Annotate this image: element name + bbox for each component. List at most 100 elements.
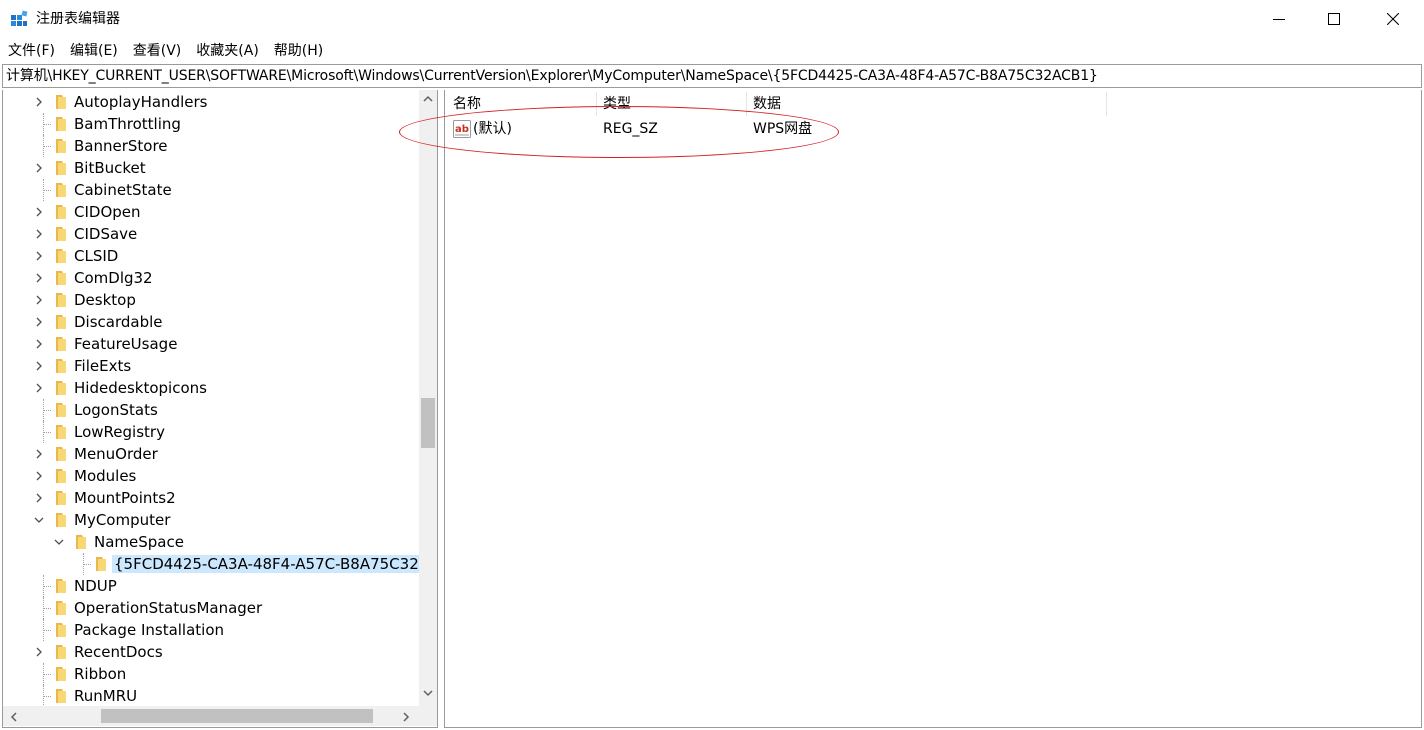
tree-item-label: MyComputer: [74, 511, 171, 529]
tree-vertical-scroll-thumb[interactable]: [421, 398, 435, 448]
tree-item-label: AutoplayHandlers: [74, 93, 208, 111]
tree-item[interactable]: NameSpace: [3, 531, 419, 553]
chevron-down-icon[interactable]: [33, 514, 45, 526]
tree-horizontal-scrollbar[interactable]: [3, 706, 419, 726]
tree-item[interactable]: CIDSave: [3, 223, 419, 245]
tree-item-label: ComDlg32: [74, 269, 153, 287]
tree-item[interactable]: BitBucket: [3, 157, 419, 179]
chevron-right-icon[interactable]: [33, 272, 45, 284]
tree-item-label: FeatureUsage: [74, 335, 178, 353]
folder-icon: [56, 293, 66, 307]
value-name: (默认): [473, 121, 512, 137]
tree-item-label: LogonStats: [74, 401, 158, 419]
tree-item[interactable]: BannerStore: [3, 135, 419, 157]
folder-icon: [76, 535, 86, 549]
folder-icon: [56, 491, 66, 505]
tree-item[interactable]: BamThrottling: [3, 113, 419, 135]
tree-item-label: Modules: [74, 467, 137, 485]
tree-item-label: Discardable: [74, 313, 163, 331]
tree-connector-line: [43, 146, 51, 147]
maximize-button[interactable]: [1305, 0, 1363, 38]
scroll-right-icon[interactable]: [401, 711, 411, 723]
title-bar: 注册表编辑器: [0, 0, 1424, 38]
tree-item[interactable]: MountPoints2: [3, 487, 419, 509]
tree-item[interactable]: Desktop: [3, 289, 419, 311]
tree-item[interactable]: NDUP: [3, 575, 419, 597]
chevron-right-icon[interactable]: [33, 338, 45, 350]
tree-item[interactable]: FileExts: [3, 355, 419, 377]
chevron-down-icon[interactable]: [53, 536, 65, 548]
chevron-right-icon[interactable]: [33, 294, 45, 306]
address-path[interactable]: 计算机\HKEY_CURRENT_USER\SOFTWARE\Microsoft…: [6, 67, 1098, 85]
tree-connector-line: [43, 432, 51, 433]
tree-item[interactable]: MenuOrder: [3, 443, 419, 465]
column-header-data[interactable]: 数据: [745, 90, 1105, 118]
folder-icon: [56, 117, 66, 131]
folder-icon: [56, 95, 66, 109]
tree-item[interactable]: FeatureUsage: [3, 333, 419, 355]
chevron-right-icon[interactable]: [33, 382, 45, 394]
chevron-right-icon[interactable]: [33, 360, 45, 372]
folder-icon: [56, 139, 66, 153]
column-header-name[interactable]: 名称: [445, 90, 595, 118]
chevron-right-icon[interactable]: [33, 250, 45, 262]
tree-item[interactable]: RecentDocs: [3, 641, 419, 663]
value-row[interactable]: (默认) REG_SZ WPS网盘: [445, 118, 1421, 140]
tree-item[interactable]: {5FCD4425-CA3A-48F4-A57C-B8A75C32A: [3, 553, 419, 575]
menu-favorites[interactable]: 收藏夹(A): [188, 40, 266, 62]
address-bar[interactable]: 计算机\HKEY_CURRENT_USER\SOFTWARE\Microsoft…: [2, 64, 1422, 88]
tree-item[interactable]: Hidedesktopicons: [3, 377, 419, 399]
tree-item[interactable]: Modules: [3, 465, 419, 487]
menu-file[interactable]: 文件(F): [0, 40, 62, 62]
tree-item[interactable]: Package Installation: [3, 619, 419, 641]
menu-view[interactable]: 查看(V): [125, 40, 189, 62]
tree-horizontal-scroll-thumb[interactable]: [101, 709, 373, 723]
tree-item[interactable]: LogonStats: [3, 399, 419, 421]
folder-icon: [56, 249, 66, 263]
tree-item-label: NameSpace: [94, 533, 184, 551]
tree-item[interactable]: AutoplayHandlers: [3, 91, 419, 113]
folder-icon: [56, 601, 66, 615]
tree-item-label: MenuOrder: [74, 445, 158, 463]
tree-item-label: CIDSave: [74, 225, 138, 243]
chevron-right-icon[interactable]: [33, 470, 45, 482]
tree-item[interactable]: RunMRU: [3, 685, 419, 705]
minimize-button[interactable]: [1250, 0, 1308, 38]
scroll-down-icon[interactable]: [422, 688, 434, 698]
folder-icon: [56, 645, 66, 659]
tree-item[interactable]: CabinetState: [3, 179, 419, 201]
tree-item-label: Package Installation: [74, 621, 225, 639]
chevron-right-icon[interactable]: [33, 492, 45, 504]
tree-connector-line: [43, 608, 51, 609]
tree-item[interactable]: CLSID: [3, 245, 419, 267]
column-header-type[interactable]: 类型: [595, 90, 745, 118]
folder-icon: [56, 315, 66, 329]
chevron-right-icon[interactable]: [33, 316, 45, 328]
tree-vertical-scrollbar[interactable]: [419, 90, 437, 706]
menu-help[interactable]: 帮助(H): [266, 40, 330, 62]
value-data: WPS网盘: [753, 121, 813, 137]
tree-item[interactable]: MyComputer: [3, 509, 419, 531]
tree-item[interactable]: ComDlg32: [3, 267, 419, 289]
chevron-right-icon[interactable]: [33, 206, 45, 218]
scrollbar-corner: [419, 706, 437, 726]
chevron-right-icon[interactable]: [33, 96, 45, 108]
chevron-right-icon[interactable]: [33, 228, 45, 240]
tree-item[interactable]: Discardable: [3, 311, 419, 333]
tree-item-label: CIDOpen: [74, 203, 141, 221]
chevron-right-icon[interactable]: [33, 448, 45, 460]
scroll-up-icon[interactable]: [422, 94, 434, 104]
tree-connector-line: [43, 696, 51, 697]
tree-item-label: NDUP: [74, 577, 117, 595]
close-button[interactable]: [1364, 0, 1422, 38]
tree-item[interactable]: LowRegistry: [3, 421, 419, 443]
tree-item[interactable]: CIDOpen: [3, 201, 419, 223]
tree-item[interactable]: OperationStatusManager: [3, 597, 419, 619]
chevron-right-icon[interactable]: [33, 162, 45, 174]
tree-connector-line: [83, 564, 91, 565]
menu-edit[interactable]: 编辑(E): [62, 40, 125, 62]
tree-item[interactable]: Ribbon: [3, 663, 419, 685]
scroll-left-icon[interactable]: [9, 711, 19, 723]
chevron-right-icon[interactable]: [33, 646, 45, 658]
column-separator[interactable]: [1106, 92, 1107, 116]
